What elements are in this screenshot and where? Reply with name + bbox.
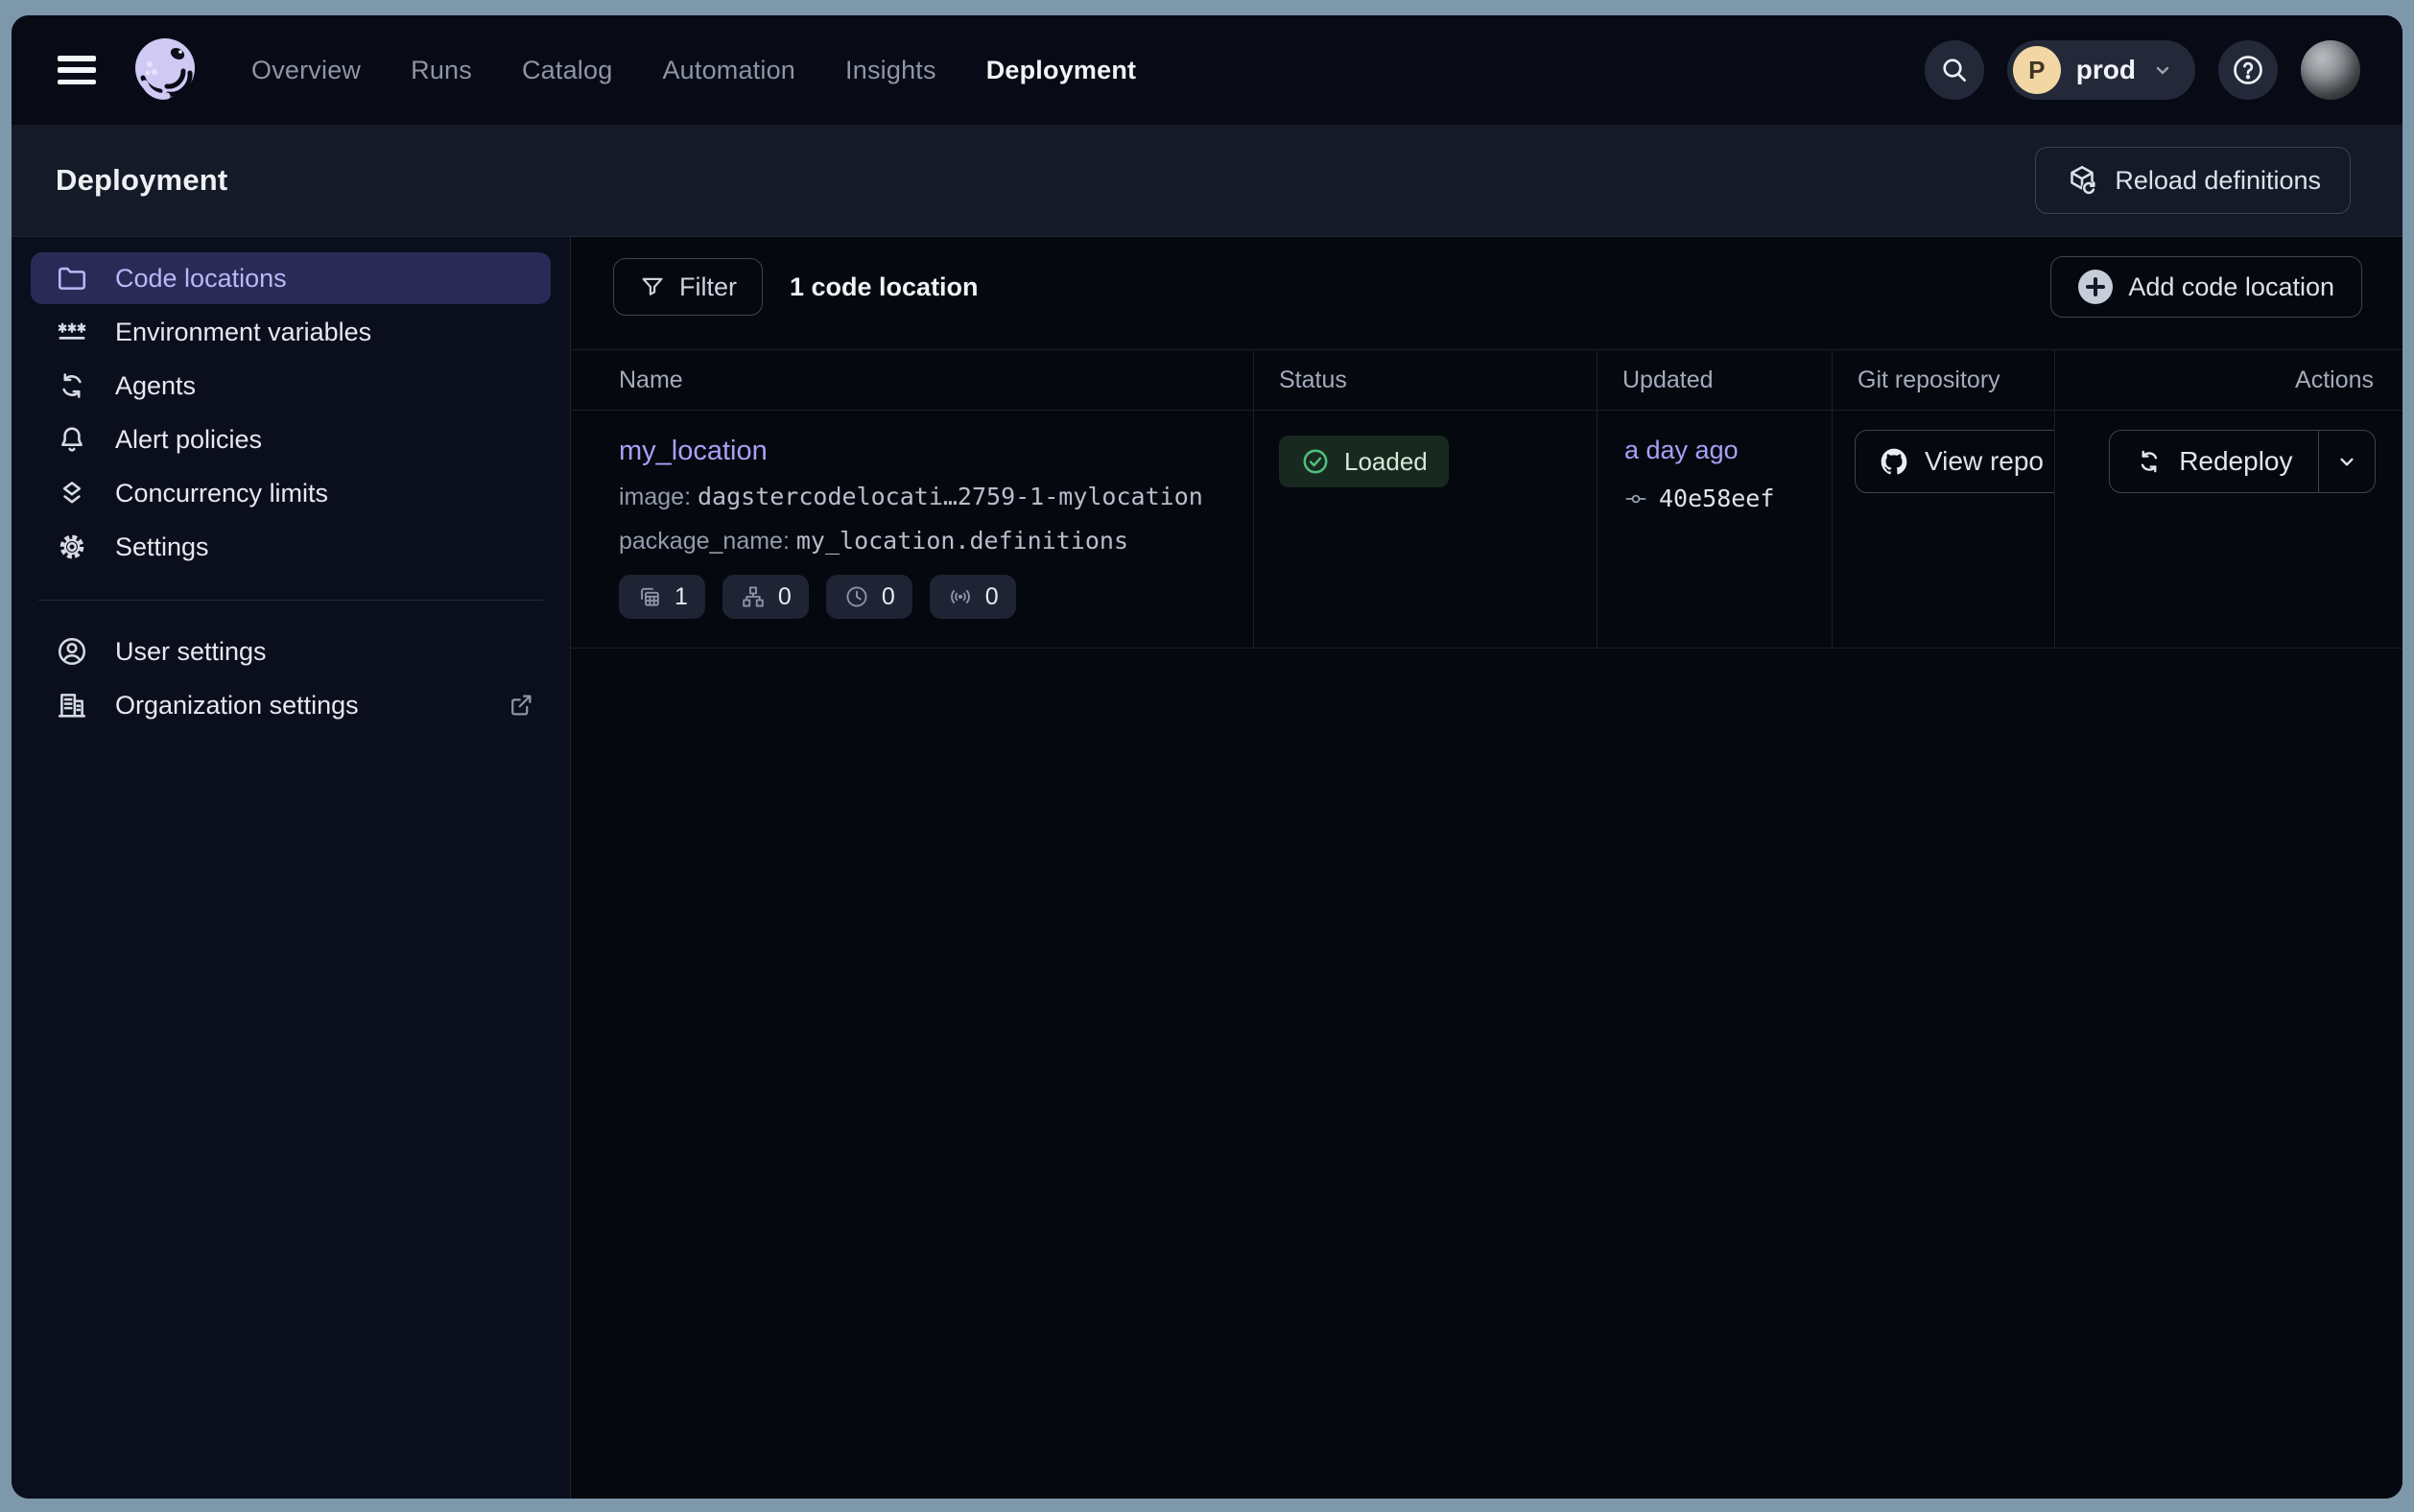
sidebar-item-label: Environment variables: [115, 318, 371, 347]
filter-icon: [639, 273, 666, 300]
code-location-count: 1 code location: [790, 272, 979, 302]
column-header-status: Status: [1254, 350, 1598, 410]
sidebar-item-label: Code locations: [115, 264, 287, 294]
schedules-count-chip[interactable]: 0: [826, 575, 912, 619]
sidebar-item-label: Settings: [115, 532, 209, 562]
reload-definitions-icon: [2065, 163, 2099, 198]
layers-icon: [56, 477, 88, 509]
updated-time-link[interactable]: a day ago: [1624, 436, 1739, 465]
sensor-icon: [947, 583, 974, 610]
sensors-count-chip[interactable]: 0: [930, 575, 1016, 619]
sidebar-item-organization-settings[interactable]: Organization settings: [31, 679, 551, 731]
primary-nav: Overview Runs Catalog Automation Insight…: [251, 56, 1136, 85]
app-window: Overview Runs Catalog Automation Insight…: [12, 15, 2402, 1499]
add-code-location-button[interactable]: Add code location: [2050, 256, 2362, 318]
nav-item-deployment[interactable]: Deployment: [986, 56, 1137, 85]
code-locations-toolbar: Filter 1 code location Add code location: [571, 256, 2402, 318]
reload-definitions-button[interactable]: Reload definitions: [2035, 147, 2351, 214]
sidebar-item-code-locations[interactable]: Code locations: [31, 252, 551, 304]
search-icon: [1939, 55, 1970, 85]
page-title: Deployment: [56, 163, 227, 198]
sidebar-item-label: User settings: [115, 637, 267, 667]
folder-icon: [56, 262, 88, 295]
graph-hierarchy-icon: [740, 583, 767, 610]
redeploy-split-button: Redeploy: [2109, 430, 2376, 493]
sidebar-item-label: Agents: [115, 371, 196, 401]
nav-item-overview[interactable]: Overview: [251, 56, 361, 85]
building-icon: [56, 689, 88, 721]
commit-hash: 40e58eef: [1659, 484, 1774, 512]
page-header: Deployment Reload definitions: [12, 125, 2402, 237]
sidebar-item-environment-variables[interactable]: Environment variables: [31, 306, 551, 358]
sidebar-item-label: Concurrency limits: [115, 479, 328, 508]
sidebar-item-alert-policies[interactable]: Alert policies: [31, 413, 551, 465]
github-icon: [1879, 446, 1909, 477]
nav-item-insights[interactable]: Insights: [845, 56, 936, 85]
filter-button[interactable]: Filter: [613, 258, 763, 316]
cell-status: Loaded: [1254, 411, 1598, 648]
jobs-count-chip[interactable]: 1: [619, 575, 705, 619]
redeploy-button[interactable]: Redeploy: [2110, 431, 2317, 492]
cell-git-repository: View repo: [1833, 411, 2055, 648]
sidebar-item-settings[interactable]: Settings: [31, 521, 551, 573]
deployment-name: prod: [2076, 55, 2136, 85]
commit-line: 40e58eef: [1624, 484, 1832, 512]
top-navbar: Overview Runs Catalog Automation Insight…: [12, 15, 2402, 125]
view-repo-button[interactable]: View repo: [1855, 430, 2055, 493]
code-locations-main: Filter 1 code location Add code location…: [571, 237, 2402, 1499]
deployment-initial-badge: P: [2013, 46, 2061, 94]
check-circle-icon: [1300, 446, 1331, 477]
nav-item-automation[interactable]: Automation: [662, 56, 795, 85]
column-header-actions: Actions: [2055, 350, 2402, 410]
env-vars-icon: [56, 316, 88, 348]
cell-name: my_location image: dagstercodelocati…275…: [571, 411, 1254, 648]
gear-icon: [56, 531, 88, 563]
cell-actions: Redeploy: [2055, 411, 2402, 648]
plus-circle-icon: [2078, 270, 2113, 304]
code-location-link[interactable]: my_location: [619, 436, 768, 467]
user-circle-icon: [56, 635, 88, 668]
chevron-down-icon: [2334, 449, 2359, 474]
code-locations-table: Name Status Updated Git repository Actio…: [571, 349, 2402, 649]
chevron-down-icon: [2151, 59, 2174, 82]
jobs-table-icon: [636, 583, 663, 610]
column-header-name: Name: [571, 350, 1254, 410]
nav-item-runs[interactable]: Runs: [411, 56, 472, 85]
sidebar-item-label: Organization settings: [115, 691, 359, 721]
help-icon: [2231, 53, 2265, 87]
sidebar-divider: [38, 600, 543, 601]
agents-cycle-icon: [56, 369, 88, 402]
graphs-count-chip[interactable]: 0: [722, 575, 809, 619]
sidebar-item-label: Alert policies: [115, 425, 262, 455]
menu-icon[interactable]: [58, 56, 96, 84]
redeploy-icon: [2135, 447, 2164, 476]
deployment-switcher[interactable]: P prod: [2007, 40, 2195, 100]
table-row: my_location image: dagstercodelocati…275…: [571, 411, 2402, 649]
schedule-clock-icon: [843, 583, 870, 610]
search-button[interactable]: [1925, 40, 1984, 100]
column-header-git-repository: Git repository: [1833, 350, 2055, 410]
cell-updated: a day ago 40e58eef: [1598, 411, 1833, 648]
help-button[interactable]: [2218, 40, 2278, 100]
image-line: image: dagstercodelocati…2759-1-mylocati…: [619, 483, 1253, 511]
deployment-sidebar: Code locations Environment variables: [12, 237, 571, 1499]
redeploy-menu-button[interactable]: [2319, 431, 2375, 492]
user-avatar[interactable]: [2301, 40, 2360, 100]
external-link-icon: [507, 691, 535, 720]
definition-count-chips: 1: [619, 575, 1253, 619]
nav-item-catalog[interactable]: Catalog: [522, 56, 612, 85]
sidebar-item-user-settings[interactable]: User settings: [31, 626, 551, 677]
status-badge: Loaded: [1279, 436, 1449, 487]
sidebar-item-concurrency-limits[interactable]: Concurrency limits: [31, 467, 551, 519]
dagster-logo-icon[interactable]: [129, 34, 201, 106]
navbar-right-cluster: P prod: [1925, 40, 2360, 100]
table-header-row: Name Status Updated Git repository Actio…: [571, 349, 2402, 411]
commit-icon: [1624, 487, 1647, 510]
bell-icon: [56, 423, 88, 456]
column-header-updated: Updated: [1598, 350, 1833, 410]
sidebar-item-agents[interactable]: Agents: [31, 360, 551, 412]
package-line: package_name: my_location.definitions: [619, 527, 1253, 555]
